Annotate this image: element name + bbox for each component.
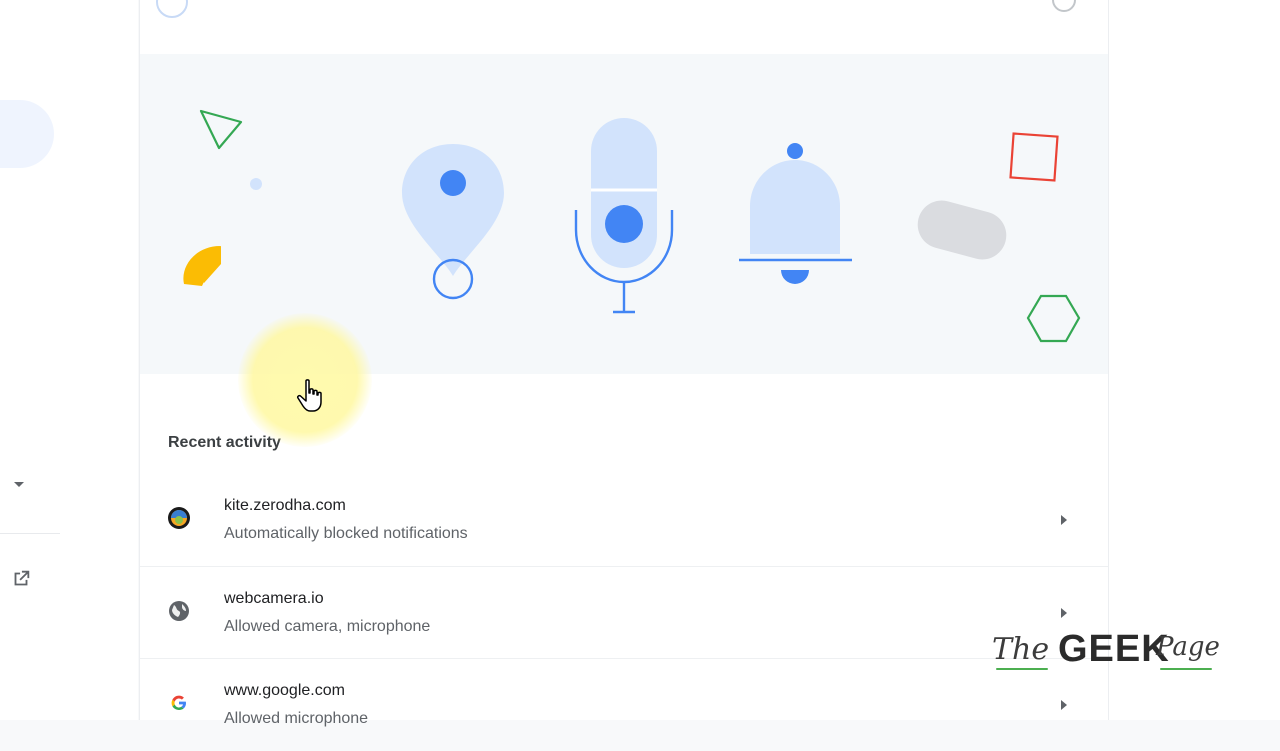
microphone-icon — [574, 118, 674, 314]
site-name: www.google.com — [224, 682, 345, 699]
decor-pill — [917, 200, 1007, 260]
list-item[interactable]: www.google.com Allowed microphone — [140, 658, 1108, 751]
watermark-underline — [1160, 668, 1212, 670]
list-item[interactable]: kite.zerodha.com Automatically blocked n… — [140, 474, 1108, 566]
globe-icon — [169, 601, 189, 621]
chevron-down-icon[interactable] — [14, 482, 24, 487]
watermark-geek: GEEK — [1058, 628, 1170, 670]
site-name: webcamera.io — [224, 590, 324, 607]
watermark-underline — [996, 668, 1048, 670]
list-item[interactable]: webcamera.io Allowed camera, microphone — [140, 566, 1108, 659]
google-favicon — [171, 695, 186, 710]
zerodha-favicon — [168, 507, 190, 529]
the-geek-page-watermark: The GEEK Page — [992, 628, 1222, 674]
site-name: kite.zerodha.com — [224, 497, 346, 514]
sidebar-selected-item-highlight[interactable] — [0, 100, 54, 168]
watermark-page: Page — [1156, 632, 1220, 662]
hand-pointer-icon — [297, 379, 322, 412]
close-icon[interactable] — [1052, 0, 1076, 12]
search-row — [140, 0, 1108, 54]
arrow-right-icon[interactable] — [1061, 608, 1067, 618]
arrow-right-icon[interactable] — [1061, 700, 1067, 710]
search-icon[interactable] — [156, 0, 188, 18]
site-permission-status: Automatically blocked notifications — [224, 525, 468, 542]
site-permission-status: Allowed camera, microphone — [224, 618, 431, 635]
decor-hexagon — [1026, 294, 1081, 343]
decor-dot — [250, 178, 262, 190]
site-permission-status: Allowed microphone — [224, 710, 369, 727]
right-gutter — [1108, 0, 1280, 720]
location-pin-icon — [402, 144, 504, 300]
decor-triangle — [199, 109, 243, 150]
notification-bell-icon — [739, 143, 852, 284]
arrow-right-icon[interactable] — [1061, 515, 1067, 525]
decor-square — [1009, 132, 1059, 182]
recent-activity-heading: Recent activity — [168, 434, 281, 451]
sidebar-divider — [0, 533, 60, 534]
left-sidebar — [0, 0, 138, 720]
open-in-new-icon[interactable] — [10, 568, 32, 590]
watermark-the: The — [992, 632, 1050, 667]
